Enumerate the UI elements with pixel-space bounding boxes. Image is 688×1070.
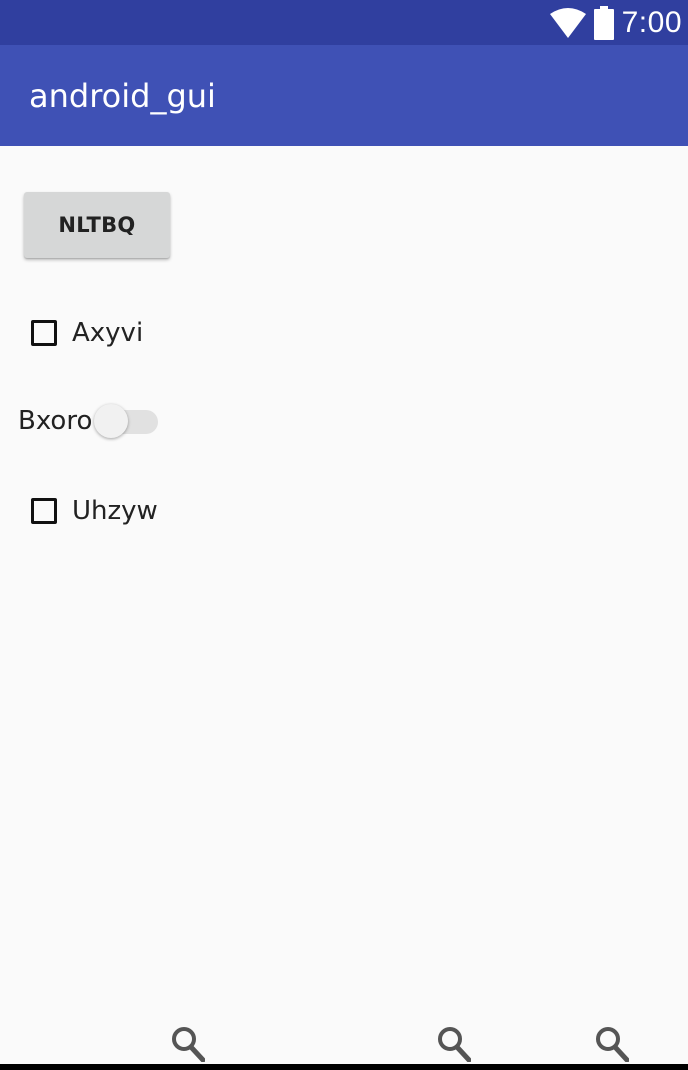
- checkbox-axyvi[interactable]: Axyvi: [31, 312, 143, 354]
- battery-icon: [593, 5, 614, 40]
- wifi-icon: [549, 7, 586, 38]
- checkbox-box[interactable]: [31, 320, 57, 346]
- bottom-edge: [0, 1064, 688, 1070]
- switch-label: Bxoro: [18, 406, 93, 436]
- app-title: android_gui: [29, 77, 216, 115]
- switch-bxoro[interactable]: Bxoro: [18, 400, 160, 442]
- toggle-switch[interactable]: [92, 400, 160, 442]
- search-icon[interactable]: [171, 1026, 205, 1062]
- status-icons: 7:00: [549, 0, 682, 45]
- app-bar: android_gui: [0, 45, 688, 146]
- checkbox-label: Uhzyw: [72, 496, 158, 526]
- search-icon[interactable]: [437, 1026, 471, 1062]
- status-time: 7:00: [621, 6, 682, 39]
- status-bar: 7:00: [0, 0, 688, 45]
- checkbox-uhzyw[interactable]: Uhzyw: [31, 490, 158, 532]
- checkbox-box[interactable]: [31, 498, 57, 524]
- search-icon[interactable]: [595, 1026, 629, 1062]
- checkbox-label: Axyvi: [72, 318, 144, 348]
- nltbq-button[interactable]: NLTBQ: [24, 192, 170, 258]
